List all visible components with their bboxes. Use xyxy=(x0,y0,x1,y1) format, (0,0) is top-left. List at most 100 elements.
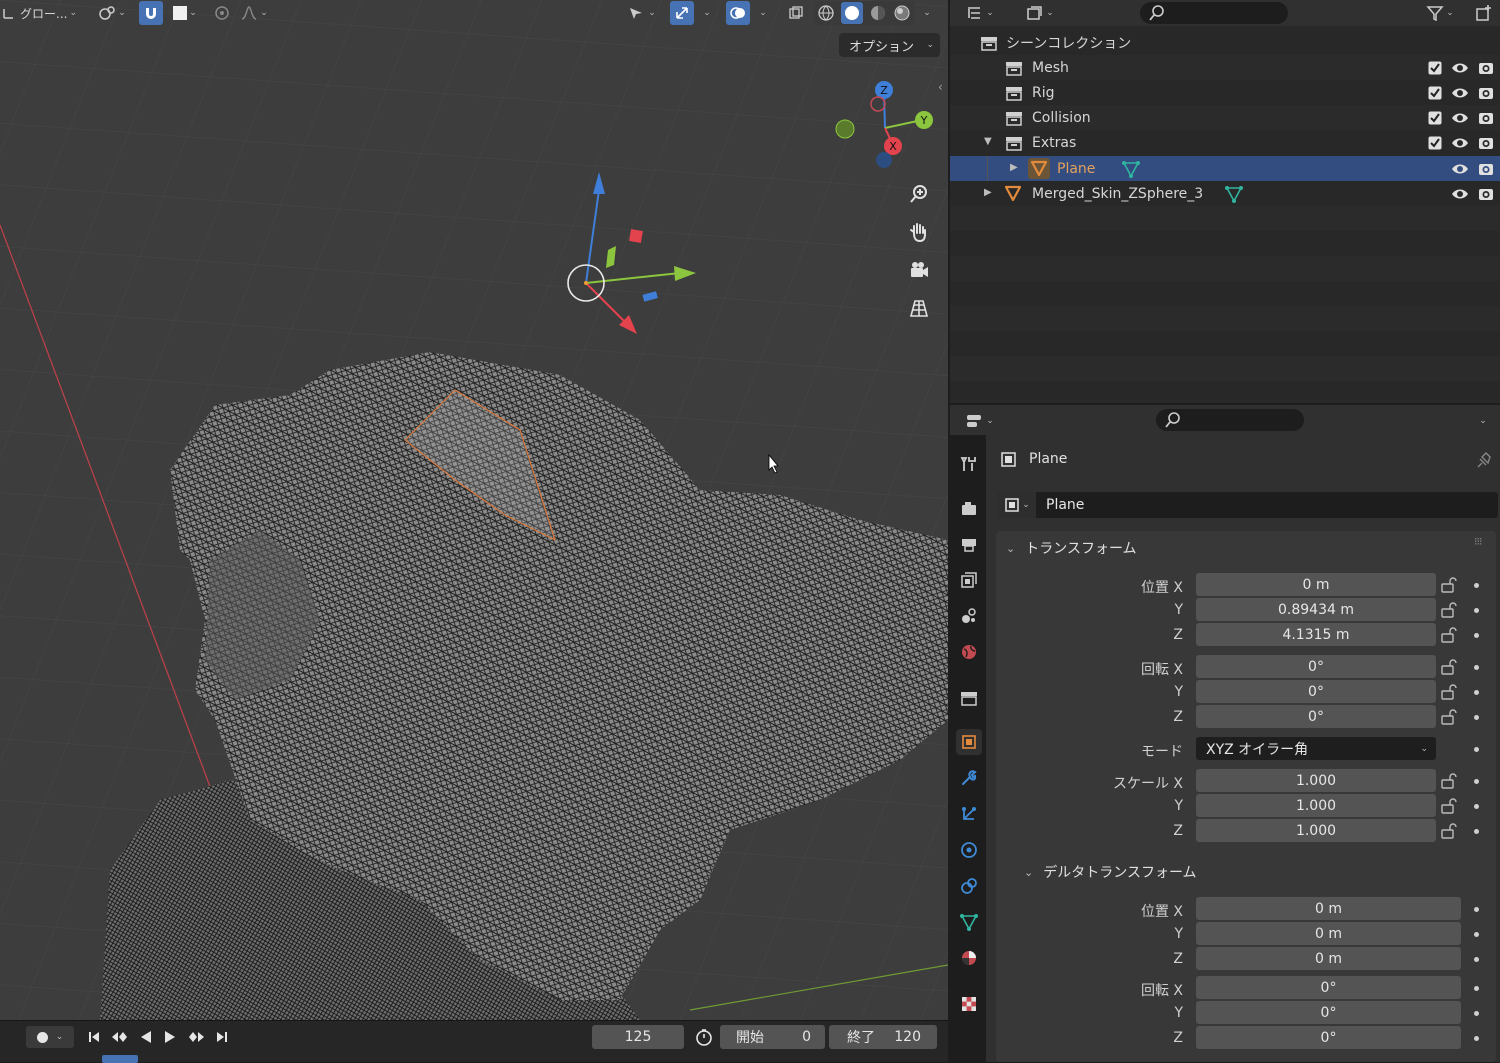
mesh-data-icon[interactable] xyxy=(1122,160,1140,178)
expand-arrow-icon[interactable]: ▼ xyxy=(984,136,992,147)
pivot-point-dropdown[interactable]: ⌄ xyxy=(94,1,130,25)
keyframe-dot[interactable] xyxy=(1474,932,1479,937)
delta-transform-header[interactable]: ⌄ デルタトランスフォーム xyxy=(1024,862,1197,882)
transform-panel-header[interactable]: ⌄ トランスフォーム xyxy=(1006,538,1137,558)
proportional-editing-toggle[interactable] xyxy=(210,1,234,25)
outliner-search-input[interactable] xyxy=(1140,2,1288,24)
keyframe-dot[interactable] xyxy=(1474,907,1479,912)
tab-particles[interactable] xyxy=(956,801,982,827)
object-name-field[interactable]: Plane xyxy=(1046,497,1084,513)
visibility-toggle[interactable] xyxy=(1451,185,1469,203)
tab-material[interactable] xyxy=(956,945,982,971)
outliner-row-plane[interactable]: ▶ Plane xyxy=(950,156,1500,181)
tab-world[interactable] xyxy=(956,639,982,665)
object-gizmo-dropdown[interactable]: ⌄ xyxy=(622,1,662,25)
playback-options-button[interactable] xyxy=(692,1026,716,1048)
tab-collection[interactable] xyxy=(956,685,982,711)
tab-data[interactable] xyxy=(956,909,982,935)
keyframe-dot[interactable] xyxy=(1474,957,1479,962)
pin-icon[interactable] xyxy=(1476,451,1494,469)
visibility-toggle[interactable] xyxy=(1451,84,1469,102)
delta-rotation-z-field[interactable]: 0° xyxy=(1196,1026,1461,1049)
perspective-toggle-button[interactable] xyxy=(903,292,935,324)
keyframe-dot[interactable] xyxy=(1474,779,1479,784)
next-keyframe-button[interactable] xyxy=(184,1026,208,1048)
lock-open-icon[interactable] xyxy=(1440,708,1458,726)
lock-open-icon[interactable] xyxy=(1440,683,1458,701)
snap-target-dropdown[interactable]: ⌄ xyxy=(166,1,204,25)
location-z-field[interactable]: 4.1315 m xyxy=(1196,623,1436,646)
tab-scene[interactable] xyxy=(956,603,982,629)
keyframe-dot[interactable] xyxy=(1474,715,1479,720)
transform-orientation-dropdown[interactable]: グロー... ⌄ xyxy=(0,1,88,25)
tab-output[interactable] xyxy=(956,531,982,557)
gizmo-options-dropdown[interactable]: ⌄ xyxy=(696,1,716,25)
scale-y-field[interactable]: 1.000 xyxy=(1196,794,1436,817)
display-mode-dropdown[interactable]: ⌄ xyxy=(1020,1,1060,25)
delta-location-x-field[interactable]: 0 m xyxy=(1196,897,1461,920)
editor-type-dropdown[interactable]: ⌄ xyxy=(960,1,1000,25)
drag-handle-icon[interactable]: ⁝⁝⁝ xyxy=(1474,535,1482,548)
outliner-row-mesh[interactable]: Mesh xyxy=(950,55,1500,80)
auto-keying-dropdown[interactable]: ⌄ xyxy=(26,1026,74,1048)
zoom-button[interactable] xyxy=(903,178,935,210)
play-reverse-button[interactable] xyxy=(136,1026,156,1048)
delta-rotation-x-field[interactable]: 0° xyxy=(1196,976,1461,999)
expand-arrow-icon[interactable]: ▶ xyxy=(1010,162,1018,173)
tab-render[interactable] xyxy=(956,495,982,521)
render-toggle[interactable] xyxy=(1477,84,1495,102)
3d-viewport[interactable]: Z Y X グロー... ⌄ ⌄ ⌄ ⌄ ⌄ ⌄ ⌄ ⌄ オプション ⌄ ‹ xyxy=(0,0,948,1020)
exclude-checkbox[interactable] xyxy=(1426,109,1444,127)
options-dropdown[interactable]: オプション ⌄ xyxy=(839,33,940,57)
render-toggle[interactable] xyxy=(1477,134,1495,152)
keyframe-dot[interactable] xyxy=(1474,804,1479,809)
render-toggle[interactable] xyxy=(1477,185,1495,203)
lock-open-icon[interactable] xyxy=(1440,772,1458,790)
location-x-field[interactable]: 0 m xyxy=(1196,573,1436,596)
outliner-row-merged-skin[interactable]: ▶ Merged_Skin_ZSphere_3 xyxy=(950,181,1500,206)
keyframe-dot[interactable] xyxy=(1474,665,1479,670)
lock-open-icon[interactable] xyxy=(1440,576,1458,594)
outliner-row-rig[interactable]: Rig xyxy=(950,80,1500,105)
outliner-row-scene-collection[interactable]: シーンコレクション xyxy=(950,30,1500,55)
lock-open-icon[interactable] xyxy=(1440,626,1458,644)
solid-shading-button[interactable] xyxy=(841,2,863,24)
proportional-falloff-dropdown[interactable]: ⌄ xyxy=(236,1,272,25)
outliner-row-extras[interactable]: ▼ Extras xyxy=(950,130,1500,155)
tab-object[interactable] xyxy=(956,729,982,755)
jump-start-button[interactable] xyxy=(84,1026,104,1048)
exclude-checkbox[interactable] xyxy=(1426,134,1444,152)
keyframe-dot[interactable] xyxy=(1474,583,1479,588)
location-y-field[interactable]: 0.89434 m xyxy=(1196,598,1436,621)
render-toggle[interactable] xyxy=(1477,109,1495,127)
render-toggle[interactable] xyxy=(1477,160,1495,178)
start-frame-field[interactable]: 開始 0 xyxy=(720,1025,825,1049)
delta-location-z-field[interactable]: 0 m xyxy=(1196,947,1461,970)
exclude-checkbox[interactable] xyxy=(1426,84,1444,102)
scale-x-field[interactable]: 1.000 xyxy=(1196,769,1436,792)
shading-options-dropdown[interactable]: ⌄ xyxy=(916,1,936,25)
visibility-toggle[interactable] xyxy=(1451,134,1469,152)
jump-end-button[interactable] xyxy=(212,1026,232,1048)
keyframe-dot[interactable] xyxy=(1474,690,1479,695)
keyframe-dot[interactable] xyxy=(1474,1036,1479,1041)
rendered-shading-icon[interactable] xyxy=(893,4,911,22)
visibility-toggle[interactable] xyxy=(1451,109,1469,127)
wireframe-shading-icon[interactable] xyxy=(817,4,835,22)
viewport-scene[interactable]: Z Y X xyxy=(0,0,948,1020)
tab-constraints[interactable] xyxy=(956,873,982,899)
keyframe-dot[interactable] xyxy=(1474,986,1479,991)
delta-rotation-y-field[interactable]: 0° xyxy=(1196,1001,1461,1024)
rotation-x-field[interactable]: 0° xyxy=(1196,655,1436,678)
rotation-y-field[interactable]: 0° xyxy=(1196,680,1436,703)
overlays-options-dropdown[interactable]: ⌄ xyxy=(752,1,772,25)
xray-toggle[interactable] xyxy=(784,1,808,25)
keyframe-dot[interactable] xyxy=(1474,829,1479,834)
keyframe-dot[interactable] xyxy=(1474,747,1479,752)
material-preview-icon[interactable] xyxy=(869,4,887,22)
keyframe-dot[interactable] xyxy=(1474,633,1479,638)
camera-view-button[interactable] xyxy=(903,254,935,286)
pan-button[interactable] xyxy=(903,216,935,248)
new-collection-button[interactable] xyxy=(1472,1,1496,25)
lock-open-icon[interactable] xyxy=(1440,797,1458,815)
